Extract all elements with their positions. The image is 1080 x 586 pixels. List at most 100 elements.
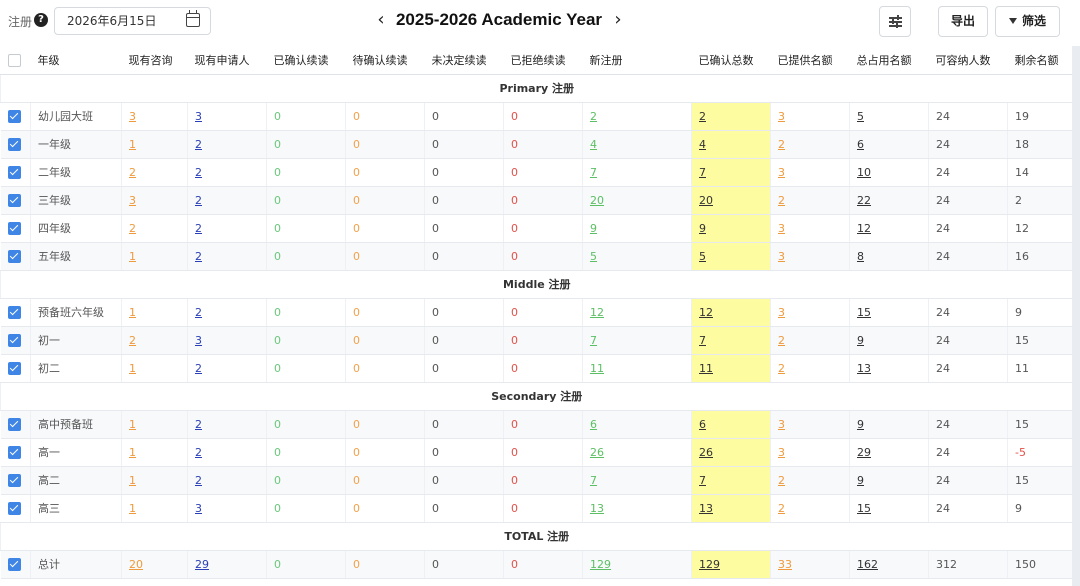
row-checkbox[interactable] <box>7 417 21 431</box>
confirmed-total-link[interactable]: 4 <box>699 138 706 151</box>
inquiries-link[interactable]: 1 <box>129 418 136 431</box>
occupied-seats-link[interactable]: 12 <box>857 222 871 235</box>
applicants-link[interactable]: 2 <box>195 418 202 431</box>
filter-button[interactable]: 筛选 <box>995 6 1060 37</box>
occupied-seats-link[interactable]: 162 <box>857 558 878 571</box>
confirmed-total-link[interactable]: 9 <box>699 222 706 235</box>
applicants-link[interactable]: 2 <box>195 250 202 263</box>
column-header[interactable]: 已提供名额 <box>770 46 850 75</box>
column-header[interactable]: 现有咨询 <box>121 46 188 75</box>
column-header[interactable]: 待确认续读 <box>345 46 425 75</box>
applicants-link[interactable]: 2 <box>195 474 202 487</box>
offered-seats-link[interactable]: 2 <box>778 362 785 375</box>
confirmed-total-link[interactable]: 7 <box>699 166 706 179</box>
row-checkbox[interactable] <box>7 557 21 571</box>
row-select-cell[interactable] <box>0 242 31 271</box>
confirmed-total-link[interactable]: 11 <box>699 362 713 375</box>
applicants-link[interactable]: 2 <box>195 194 202 207</box>
inquiries-link[interactable]: 1 <box>129 138 136 151</box>
inquiries-link[interactable]: 1 <box>129 250 136 263</box>
offered-seats-link[interactable]: 2 <box>778 194 785 207</box>
row-select-cell[interactable] <box>0 214 31 243</box>
applicants-link[interactable]: 2 <box>195 362 202 375</box>
select-all-checkbox[interactable] <box>7 53 21 67</box>
new-enrollment-link[interactable]: 5 <box>590 250 597 263</box>
offered-seats-link[interactable]: 3 <box>778 166 785 179</box>
row-select-cell[interactable] <box>0 158 31 187</box>
applicants-link[interactable]: 2 <box>195 446 202 459</box>
inquiries-link[interactable]: 3 <box>129 110 136 123</box>
occupied-seats-link[interactable]: 15 <box>857 306 871 319</box>
new-enrollment-link[interactable]: 26 <box>590 446 604 459</box>
row-checkbox[interactable] <box>7 361 21 375</box>
applicants-link[interactable]: 29 <box>195 558 209 571</box>
offered-seats-link[interactable]: 3 <box>778 222 785 235</box>
chevron-left-icon[interactable]: ‹ <box>371 9 391 33</box>
offered-seats-link[interactable]: 2 <box>778 502 785 515</box>
row-checkbox[interactable] <box>7 305 21 319</box>
inquiries-link[interactable]: 1 <box>129 502 136 515</box>
row-select-cell[interactable] <box>0 326 31 355</box>
occupied-seats-link[interactable]: 29 <box>857 446 871 459</box>
row-checkbox[interactable] <box>7 109 21 123</box>
applicants-link[interactable]: 2 <box>195 222 202 235</box>
confirmed-total-link[interactable]: 20 <box>699 194 713 207</box>
new-enrollment-link[interactable]: 129 <box>590 558 611 571</box>
inquiries-link[interactable]: 1 <box>129 474 136 487</box>
new-enrollment-link[interactable]: 6 <box>590 418 597 431</box>
calendar-icon[interactable] <box>186 10 200 27</box>
inquiries-link[interactable]: 1 <box>129 306 136 319</box>
select-all-cell[interactable] <box>0 46 31 75</box>
question-circle-icon[interactable]: ? <box>34 13 48 27</box>
row-checkbox[interactable] <box>7 221 21 235</box>
new-enrollment-link[interactable]: 7 <box>590 474 597 487</box>
occupied-seats-link[interactable]: 6 <box>857 138 864 151</box>
row-checkbox[interactable] <box>7 501 21 515</box>
row-select-cell[interactable] <box>0 550 31 579</box>
offered-seats-link[interactable]: 3 <box>778 250 785 263</box>
applicants-link[interactable]: 3 <box>195 502 202 515</box>
applicants-link[interactable]: 2 <box>195 306 202 319</box>
offered-seats-link[interactable]: 2 <box>778 138 785 151</box>
occupied-seats-link[interactable]: 9 <box>857 418 864 431</box>
inquiries-link[interactable]: 2 <box>129 166 136 179</box>
confirmed-total-link[interactable]: 129 <box>699 558 720 571</box>
occupied-seats-link[interactable]: 13 <box>857 362 871 375</box>
offered-seats-link[interactable]: 3 <box>778 418 785 431</box>
column-header[interactable]: 年级 <box>30 46 122 75</box>
confirmed-total-link[interactable]: 5 <box>699 250 706 263</box>
column-header[interactable]: 剩余名额 <box>1007 46 1073 75</box>
chevron-right-icon[interactable]: › <box>608 9 628 33</box>
row-select-cell[interactable] <box>0 130 31 159</box>
confirmed-total-link[interactable]: 26 <box>699 446 713 459</box>
column-header[interactable]: 可容纳人数 <box>928 46 1008 75</box>
confirmed-total-link[interactable]: 13 <box>699 502 713 515</box>
column-header[interactable]: 新注册 <box>582 46 692 75</box>
row-select-cell[interactable] <box>0 298 31 327</box>
occupied-seats-link[interactable]: 9 <box>857 474 864 487</box>
offered-seats-link[interactable]: 3 <box>778 446 785 459</box>
column-header[interactable]: 未决定续读 <box>424 46 504 75</box>
column-header[interactable]: 已确认续读 <box>266 46 346 75</box>
new-enrollment-link[interactable]: 11 <box>590 362 604 375</box>
row-checkbox[interactable] <box>7 333 21 347</box>
row-checkbox[interactable] <box>7 165 21 179</box>
row-checkbox[interactable] <box>7 249 21 263</box>
confirmed-total-link[interactable]: 6 <box>699 418 706 431</box>
confirmed-total-link[interactable]: 12 <box>699 306 713 319</box>
inquiries-link[interactable]: 20 <box>129 558 143 571</box>
column-header[interactable]: 现有申请人 <box>187 46 267 75</box>
confirmed-total-link[interactable]: 2 <box>699 110 706 123</box>
offered-seats-link[interactable]: 3 <box>778 110 785 123</box>
column-header[interactable]: 总占用名额 <box>849 46 929 75</box>
column-header[interactable]: 已确认总数 <box>691 46 771 75</box>
new-enrollment-link[interactable]: 7 <box>590 334 597 347</box>
scrollbar-track[interactable] <box>1072 46 1080 586</box>
occupied-seats-link[interactable]: 22 <box>857 194 871 207</box>
applicants-link[interactable]: 3 <box>195 334 202 347</box>
column-settings-button[interactable] <box>879 6 911 37</box>
row-select-cell[interactable] <box>0 102 31 131</box>
row-select-cell[interactable] <box>0 466 31 495</box>
inquiries-link[interactable]: 2 <box>129 222 136 235</box>
row-checkbox[interactable] <box>7 193 21 207</box>
